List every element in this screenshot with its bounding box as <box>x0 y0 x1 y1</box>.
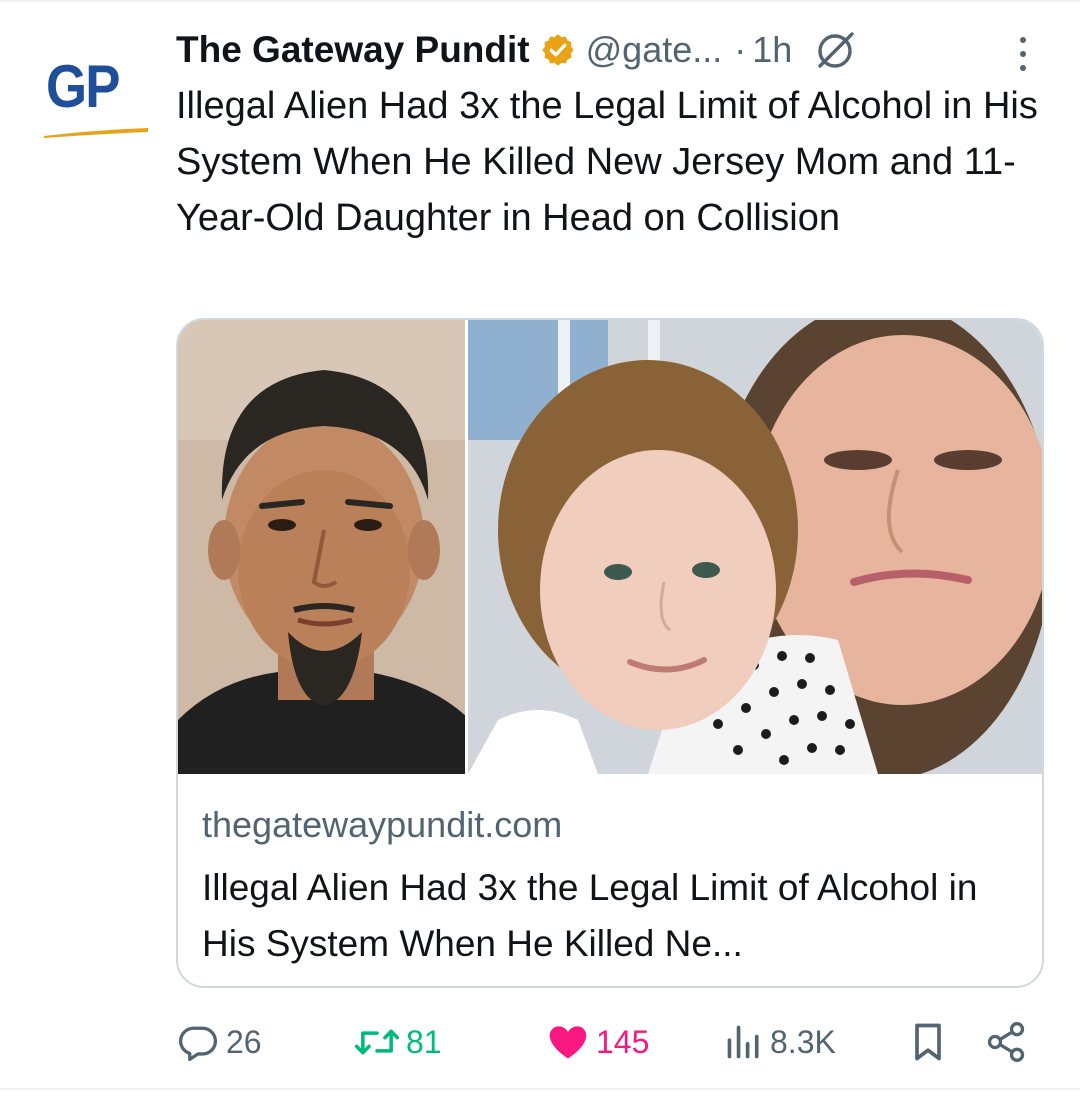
bookmark-icon <box>915 1023 941 1061</box>
share-icon <box>987 1022 1025 1062</box>
views-icon <box>727 1025 759 1059</box>
avatar-swoosh <box>44 128 148 138</box>
separator-dot: · <box>734 29 747 70</box>
verified-badge-icon[interactable] <box>540 32 576 68</box>
post-text: Illegal Alien Had 3x the Legal Limit of … <box>176 85 1038 239</box>
reply-button[interactable]: 26 <box>176 1016 262 1068</box>
avatar-logo-text: GP <box>46 53 121 120</box>
more-icon[interactable] <box>1012 34 1034 74</box>
bottom-divider <box>0 1088 1080 1090</box>
post-timestamp[interactable]: 1h <box>752 29 792 71</box>
views-count: 8.3K <box>770 1023 836 1060</box>
retweet-button[interactable]: 81 <box>354 1016 442 1068</box>
author-handle[interactable]: @gate... <box>586 29 723 71</box>
link-preview-card[interactable]: thegatewaypundit.com Illegal Alien Had 3… <box>176 318 1044 988</box>
like-count: 145 <box>596 1023 650 1060</box>
link-domain[interactable]: thegatewaypundit.com <box>202 804 562 846</box>
post-header: The Gateway Pundit @gate... · 1h <box>176 22 1056 78</box>
like-button[interactable]: 145 <box>546 1016 649 1068</box>
link-preview-image[interactable] <box>178 320 1044 774</box>
link-title[interactable]: Illegal Alien Had 3x the Legal Limit of … <box>202 860 1022 972</box>
top-divider <box>0 0 1080 2</box>
reply-icon <box>178 1026 218 1062</box>
author-display-name[interactable]: The Gateway Pundit <box>176 29 530 71</box>
views-button[interactable]: 8.3K <box>724 1016 836 1068</box>
reply-count: 26 <box>226 1023 262 1060</box>
action-bar: 26 81 145 8.3K <box>176 1016 1046 1068</box>
avatar[interactable]: GP <box>36 32 152 148</box>
grok-icon[interactable] <box>812 26 860 74</box>
heart-icon <box>549 1026 587 1059</box>
share-button[interactable] <box>984 1016 1028 1068</box>
bookmark-button[interactable] <box>908 1016 948 1068</box>
retweet-icon <box>354 1029 400 1055</box>
retweet-count: 81 <box>406 1023 442 1060</box>
